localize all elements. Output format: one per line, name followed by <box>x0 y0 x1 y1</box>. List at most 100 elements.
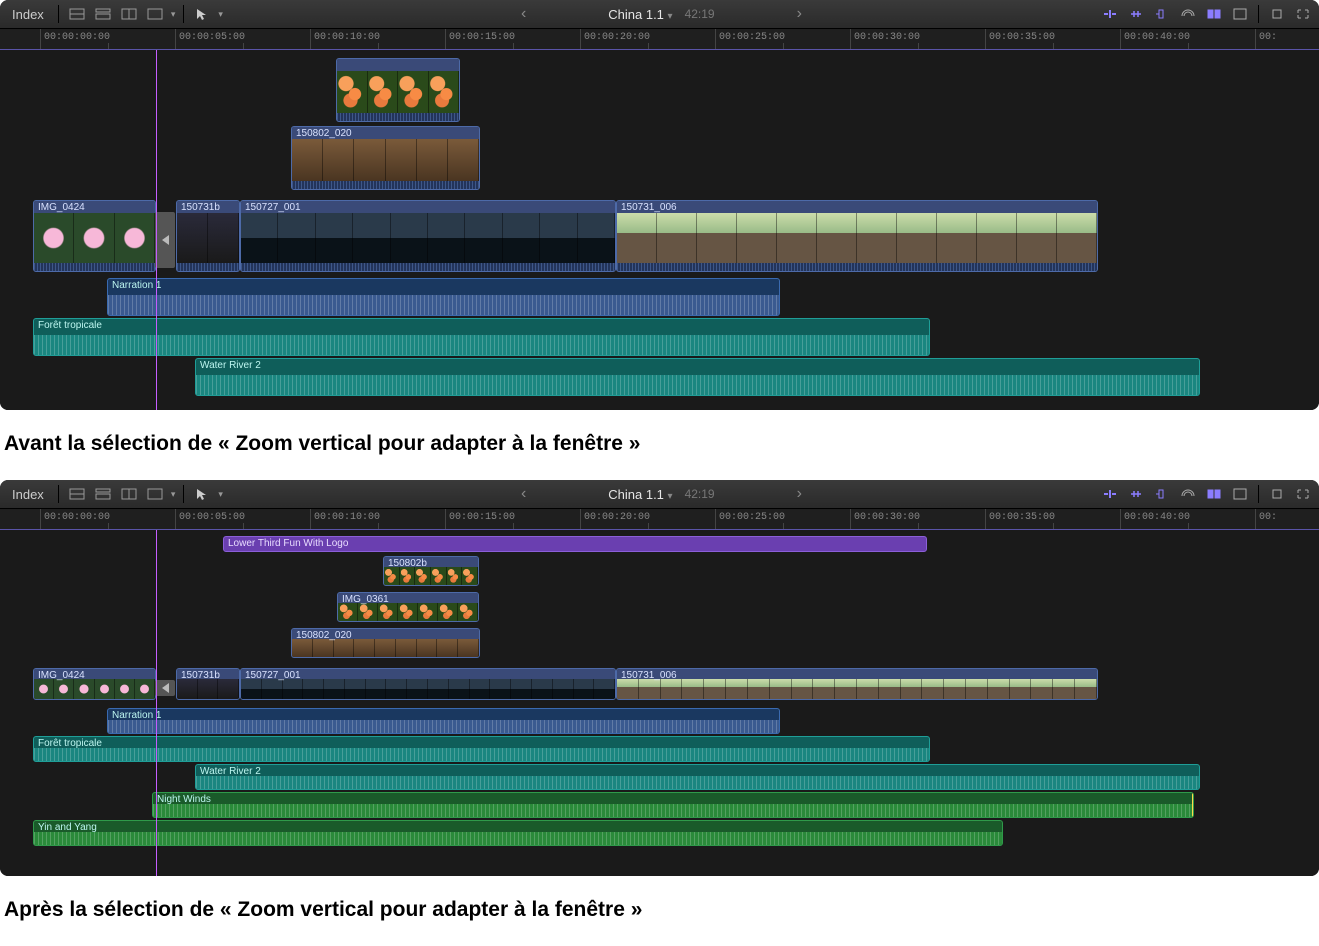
video-clip[interactable]: 150727_001 <box>240 200 616 272</box>
chevron-down-icon[interactable]: ▾ <box>218 489 223 500</box>
video-clip[interactable]: 150731_006 <box>616 200 1098 272</box>
clip-label: Night Winds <box>157 794 211 805</box>
audio-clip[interactable]: Night Winds <box>152 792 1194 818</box>
timeline-ruler[interactable]: 00:00:00:0000:00:05:0000:00:10:0000:00:1… <box>0 29 1319 50</box>
fullscreen-icon[interactable] <box>1293 486 1313 502</box>
separator <box>58 5 59 23</box>
snap-icon[interactable] <box>1100 6 1120 22</box>
caption-after: Après la sélection de « Zoom vertical po… <box>4 898 1319 922</box>
layout-icon-4[interactable] <box>145 6 165 22</box>
audio-clip[interactable]: Narration 1 <box>107 708 780 734</box>
timeline-tracks[interactable]: 150802_020 IMG_0424 150731b 150727_001 15073… <box>0 50 1319 410</box>
clip-label: 150802_020 <box>296 128 352 139</box>
solo-icon[interactable] <box>1178 486 1198 502</box>
timeline-tracks[interactable]: Lower Third Fun With Logo 150802b IMG_0361… <box>0 530 1319 876</box>
skim-icon[interactable] <box>1126 486 1146 502</box>
audio-clip[interactable]: Forêt tropicale <box>33 736 930 762</box>
clip-label: Yin and Yang <box>38 822 97 833</box>
clip-label: IMG_0424 <box>38 202 85 213</box>
video-clip[interactable]: IMG_0424 <box>33 668 156 700</box>
next-edit-icon[interactable]: › <box>727 5 872 23</box>
layout-icon-1[interactable] <box>67 6 87 22</box>
separator <box>183 5 184 23</box>
layout-icon-3[interactable] <box>119 486 139 502</box>
solo-icon[interactable] <box>1178 6 1198 22</box>
prev-edit-icon[interactable]: ‹ <box>451 5 596 23</box>
separator <box>1258 5 1259 23</box>
next-edit-icon[interactable]: › <box>727 485 872 503</box>
video-clip[interactable]: 150802_020 <box>291 126 480 190</box>
clip-appearance-icon[interactable] <box>1204 6 1224 22</box>
prev-edit-icon[interactable]: ‹ <box>451 485 596 503</box>
timecode-display: 42:19 <box>685 7 715 21</box>
timecode-display: 42:19 <box>685 487 715 501</box>
project-title[interactable]: China 1.1 ▾ <box>608 487 672 502</box>
clip-label: Lower Third Fun With Logo <box>228 538 348 549</box>
audio-clip[interactable]: Narration 1 <box>107 278 780 316</box>
index-button[interactable]: Index <box>6 5 50 24</box>
timeline-ruler[interactable]: 00:00:00:0000:00:05:0000:00:10:0000:00:1… <box>0 509 1319 530</box>
video-clip[interactable] <box>336 58 460 122</box>
layout-icon-2[interactable] <box>93 6 113 22</box>
timeline-toolbar: Index ▾ ▾ ‹ China 1.1 ▾ 42:19 › <box>0 0 1319 29</box>
clip-label: 150802_020 <box>296 630 352 641</box>
audio-clip[interactable]: Water River 2 <box>195 358 1200 396</box>
select-tool-icon[interactable] <box>192 486 212 502</box>
audio-clip[interactable]: Water River 2 <box>195 764 1200 790</box>
audio-skim-icon[interactable] <box>1152 486 1172 502</box>
clip-label: 150731_006 <box>621 670 677 681</box>
video-clip[interactable]: IMG_0424 <box>33 200 156 272</box>
audio-clip[interactable]: Forêt tropicale <box>33 318 930 356</box>
video-clip[interactable]: 150731b <box>176 668 240 700</box>
clip-label: Forêt tropicale <box>38 320 102 331</box>
layout-icon-3[interactable] <box>119 6 139 22</box>
chevron-down-icon[interactable]: ▾ <box>171 489 176 500</box>
clip-label: 150727_001 <box>245 202 301 213</box>
share-icon[interactable] <box>1267 486 1287 502</box>
fullscreen-icon[interactable] <box>1293 6 1313 22</box>
snap-icon[interactable] <box>1100 486 1120 502</box>
playhead[interactable] <box>156 530 157 876</box>
playhead[interactable] <box>156 50 157 410</box>
video-clip[interactable]: 150731_006 <box>616 668 1098 700</box>
video-clip[interactable]: IMG_0361 <box>337 592 479 622</box>
clip-label: 150731_006 <box>621 202 677 213</box>
transition[interactable] <box>155 680 175 696</box>
chevron-down-icon[interactable]: ▾ <box>171 9 176 20</box>
separator <box>1258 485 1259 503</box>
audio-clip[interactable]: Yin and Yang <box>33 820 1003 846</box>
clip-label: Forêt tropicale <box>38 738 102 749</box>
clip-label: 150731b <box>181 202 220 213</box>
audio-skim-icon[interactable] <box>1152 6 1172 22</box>
timeline-toolbar: Index ▾ ▾ ‹ China 1.1 ▾ 42:19 › <box>0 480 1319 509</box>
separator <box>183 485 184 503</box>
layout-icon-1[interactable] <box>67 486 87 502</box>
clip-label: Narration 1 <box>112 710 161 721</box>
video-clip[interactable]: 150802_020 <box>291 628 480 658</box>
index-button[interactable]: Index <box>6 485 50 504</box>
timeline-before: Index ▾ ▾ ‹ China 1.1 ▾ 42:19 › 00:00:00… <box>0 0 1319 410</box>
clip-label: IMG_0361 <box>342 594 389 605</box>
caption-before: Avant la sélection de « Zoom vertical po… <box>4 432 1319 456</box>
video-clip[interactable]: 150727_001 <box>240 668 616 700</box>
transition[interactable] <box>155 212 175 268</box>
title-clip[interactable]: Lower Third Fun With Logo <box>223 536 927 552</box>
timeline-after: Index ▾ ▾ ‹ China 1.1 ▾ 42:19 › 00:00:00… <box>0 480 1319 876</box>
clip-label: IMG_0424 <box>38 670 85 681</box>
project-title[interactable]: China 1.1 ▾ <box>608 7 672 22</box>
effects-icon[interactable] <box>1230 6 1250 22</box>
select-tool-icon[interactable] <box>192 6 212 22</box>
layout-icon-4[interactable] <box>145 486 165 502</box>
skim-icon[interactable] <box>1126 6 1146 22</box>
chevron-down-icon[interactable]: ▾ <box>218 9 223 20</box>
layout-icon-2[interactable] <box>93 486 113 502</box>
video-clip[interactable]: 150802b <box>383 556 479 586</box>
clip-label: 150731b <box>181 670 220 681</box>
clip-label: Narration 1 <box>112 280 161 291</box>
clip-appearance-icon[interactable] <box>1204 486 1224 502</box>
clip-label: 150802b <box>388 558 427 569</box>
share-icon[interactable] <box>1267 6 1287 22</box>
effects-icon[interactable] <box>1230 486 1250 502</box>
video-clip[interactable]: 150731b <box>176 200 240 272</box>
separator <box>58 485 59 503</box>
